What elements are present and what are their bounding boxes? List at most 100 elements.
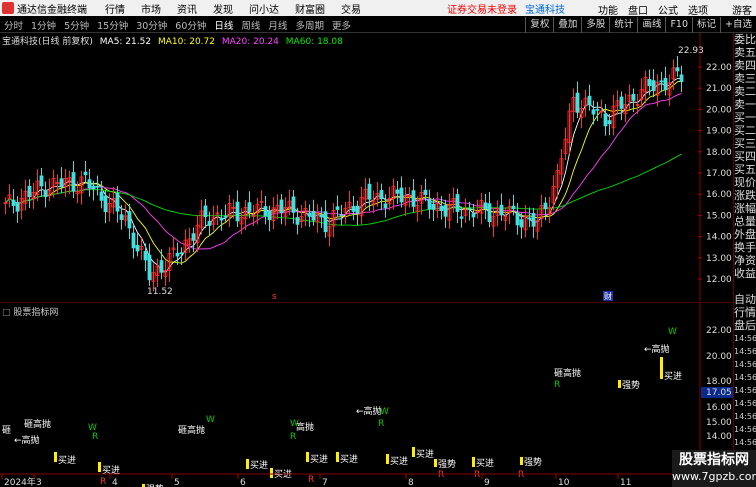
tool-mark-button[interactable]: 标记 bbox=[692, 17, 720, 33]
r-signal: R bbox=[100, 477, 106, 487]
candle-body bbox=[223, 215, 228, 218]
tool-adjust-button[interactable]: 复权 bbox=[525, 17, 553, 33]
tool-draw-button[interactable]: 画线 bbox=[637, 17, 665, 33]
s-marker: s bbox=[272, 292, 277, 301]
x-tick-label: 6 bbox=[240, 478, 246, 487]
candle-body bbox=[99, 191, 104, 201]
price-tick-label: 17.00 bbox=[706, 169, 732, 179]
menu-bar: 通达信金融终端 行情 市场 资讯 发现 问小达 财富圈 交易 证券交易未登录 宝… bbox=[0, 0, 756, 17]
menu-item-market[interactable]: 市场 bbox=[141, 1, 161, 16]
candle-body bbox=[87, 179, 92, 189]
tool-add-watchlist-button[interactable]: +自选 bbox=[720, 17, 756, 33]
sub-tick-label: 15.00 bbox=[706, 418, 732, 428]
price-tick-label: 22.00 bbox=[706, 63, 732, 73]
w-signal: W bbox=[206, 415, 215, 425]
candle-body bbox=[179, 252, 184, 255]
quote-panel-item: 卖二 bbox=[734, 85, 756, 98]
menu-function[interactable]: 功能 bbox=[598, 2, 618, 17]
quote-panel-item: 卖一 bbox=[734, 98, 756, 111]
menu-item-trade[interactable]: 交易 bbox=[341, 1, 361, 16]
signal-bar bbox=[472, 457, 475, 467]
tool-multistock-button[interactable]: 多股 bbox=[581, 17, 609, 33]
menu-panel[interactable]: 盘口 bbox=[628, 2, 648, 17]
period-tab-weekly[interactable]: 周线 bbox=[239, 18, 262, 32]
tool-overlay-button[interactable]: 叠加 bbox=[553, 17, 581, 33]
price-tick-label: 20.00 bbox=[706, 105, 732, 115]
buy-signal: 买进 bbox=[476, 458, 494, 469]
tool-stats-button[interactable]: 统计 bbox=[609, 17, 637, 33]
signal-bar bbox=[54, 452, 57, 462]
x-tick-label: 7 bbox=[322, 478, 328, 487]
menu-item-ask[interactable]: 问小达 bbox=[249, 1, 279, 16]
candle-body bbox=[651, 80, 656, 92]
signal-bar bbox=[98, 462, 101, 472]
sell-high-signal: 高抛 bbox=[296, 421, 314, 433]
menu-guest[interactable]: 游客 bbox=[732, 2, 752, 17]
app-logo-icon bbox=[2, 2, 14, 14]
candle-body bbox=[647, 79, 652, 87]
candle-body bbox=[147, 254, 152, 281]
fin-marker: 财 bbox=[604, 291, 612, 301]
menu-item-discover[interactable]: 发现 bbox=[213, 1, 233, 16]
period-tab-tick[interactable]: 分时 bbox=[2, 18, 25, 32]
menu-formula[interactable]: 公式 bbox=[658, 2, 678, 17]
quote-panel-item: 委比 bbox=[734, 33, 756, 46]
candle-body bbox=[379, 190, 384, 200]
price-tick-label: 21.00 bbox=[706, 84, 732, 94]
r-signal: R bbox=[308, 475, 314, 485]
candle-body bbox=[619, 96, 624, 109]
period-tab-daily[interactable]: 日线 bbox=[212, 18, 235, 32]
candle-body bbox=[83, 171, 88, 176]
candle-body bbox=[307, 212, 312, 217]
period-tab-15min[interactable]: 15分钟 bbox=[95, 18, 130, 32]
period-tab-60min[interactable]: 60分钟 bbox=[173, 18, 208, 32]
sub-tick-label: 20.00 bbox=[706, 352, 732, 362]
period-tab-more[interactable]: 更多 bbox=[330, 18, 353, 32]
candle-body bbox=[11, 199, 16, 206]
menu-item-quotes[interactable]: 行情 bbox=[105, 1, 125, 16]
buy-signal: 买进 bbox=[664, 371, 682, 382]
period-tab-30min[interactable]: 30分钟 bbox=[134, 18, 169, 32]
candle-body bbox=[607, 120, 612, 125]
x-tick-label: 10 bbox=[558, 478, 570, 487]
price-tick-label: 13.00 bbox=[706, 254, 732, 264]
indicator-chart[interactable]: 22.0020.0018.0017.0516.0015.0014.00 砸高抛←… bbox=[0, 302, 733, 487]
menu-item-news[interactable]: 资讯 bbox=[177, 1, 197, 16]
candle-body bbox=[39, 175, 44, 187]
period-tab-monthly[interactable]: 月线 bbox=[266, 18, 289, 32]
candle-body bbox=[663, 77, 668, 91]
period-tab-5min[interactable]: 5分钟 bbox=[62, 18, 91, 32]
candle-body bbox=[459, 216, 464, 219]
candle-body bbox=[515, 212, 520, 226]
candle-body bbox=[383, 203, 388, 209]
quote-panel-item: 盘后 bbox=[734, 319, 756, 332]
candle-body bbox=[511, 205, 516, 210]
candle-body bbox=[631, 93, 636, 101]
signal-bar bbox=[434, 459, 437, 467]
sell-high-signal: 砸高抛 bbox=[554, 367, 581, 379]
buy-signal: 买进 bbox=[390, 456, 408, 467]
candle-body bbox=[455, 194, 460, 212]
menu-options[interactable]: 选项 bbox=[688, 2, 708, 17]
period-tab-1min[interactable]: 1分钟 bbox=[29, 18, 58, 32]
candle-body bbox=[15, 202, 20, 212]
kline-chart[interactable]: 22.00 21.00 20.00 19.00 18.00 17.00 16.00 15.00… bbox=[0, 33, 733, 301]
price-tick-label: 16.00 bbox=[706, 190, 732, 200]
watermark-url: www.7gpzb.com bbox=[672, 470, 756, 483]
quote-panel-item: 换手 bbox=[734, 241, 756, 254]
tool-f10-button[interactable]: F10 bbox=[665, 17, 692, 33]
price-tick-label: 19.00 bbox=[706, 127, 732, 137]
strong-signal: 强势 bbox=[524, 456, 542, 468]
candle-body bbox=[43, 190, 48, 198]
menu-item-wealth[interactable]: 财富圈 bbox=[295, 1, 325, 16]
quote-panel-item: 买四 bbox=[734, 150, 756, 163]
w-signal: W bbox=[668, 327, 677, 337]
buy-signal: 买进 bbox=[250, 460, 268, 471]
candle-body bbox=[575, 92, 580, 113]
quote-panel-item: 14:56 bbox=[734, 438, 756, 447]
sell-high-signal: ←高抛 bbox=[356, 405, 382, 417]
period-tab-multi[interactable]: 多周期 bbox=[293, 18, 326, 32]
trade-login-notice[interactable]: 证券交易未登录 bbox=[447, 1, 517, 16]
sub-tick-label: 18.00 bbox=[706, 377, 732, 387]
buy-signal: 买进 bbox=[310, 454, 328, 465]
